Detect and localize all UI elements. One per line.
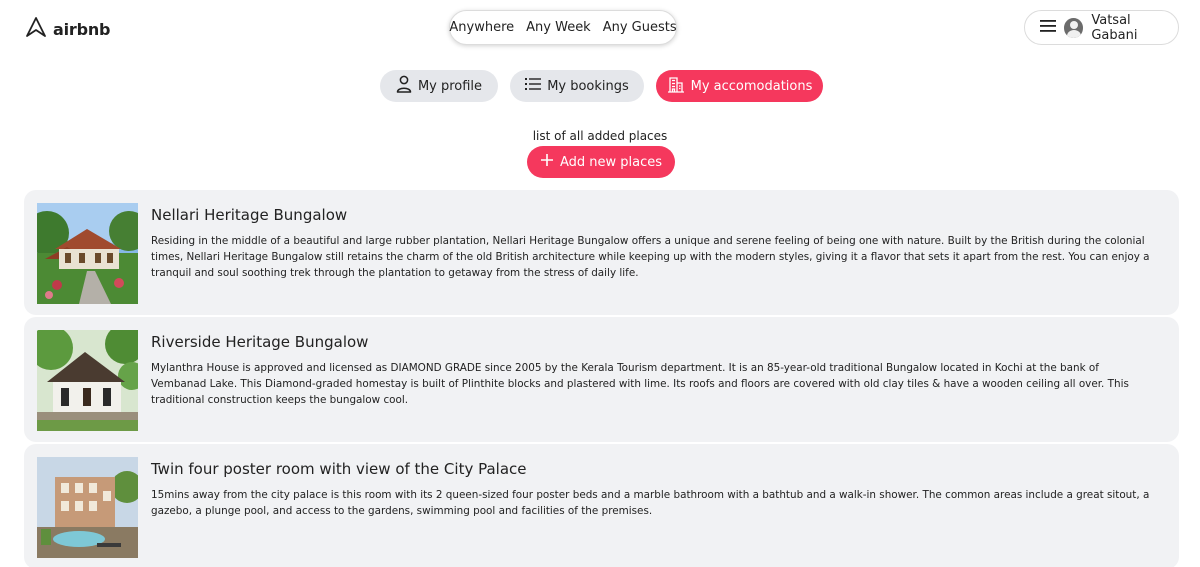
add-new-place-button[interactable]: Add new places — [527, 146, 675, 178]
place-card[interactable]: Nellari Heritage Bungalow Residing in th… — [24, 190, 1179, 315]
add-button-label: Add new places — [559, 154, 663, 170]
tab-label: My accomodations — [690, 78, 813, 94]
plus-icon — [540, 153, 554, 171]
tab-label: My profile — [417, 78, 483, 94]
tab-my-accommodations[interactable]: My accomodations — [656, 70, 823, 102]
logo-text: airbnb — [53, 19, 111, 39]
search-when[interactable]: Any Week — [520, 20, 597, 35]
search-who[interactable]: Any Guests — [597, 20, 683, 35]
tab-label: My bookings — [547, 78, 629, 94]
building-icon — [667, 75, 685, 97]
header: airbnb Anywhere Any Week Any Guests Vats… — [0, 0, 1200, 56]
place-card[interactable]: Twin four poster room with view of the C… — [24, 444, 1179, 567]
search-bar[interactable]: Anywhere Any Week Any Guests — [449, 10, 677, 45]
place-photo — [37, 330, 138, 431]
place-title: Twin four poster room with view of the C… — [151, 460, 527, 478]
user-name: Vatsal Gabani — [1091, 12, 1138, 43]
airbnb-logo-icon — [25, 16, 47, 42]
place-description: 15mins away from the city palace is this… — [151, 489, 1150, 517]
account-nav: My profile My bookings My accomodations — [0, 70, 1200, 102]
place-description: Mylanthra House is approved and licensed… — [151, 362, 1129, 406]
place-description: Residing in the middle of a beautiful an… — [151, 235, 1150, 279]
place-card[interactable]: Riverside Heritage Bungalow Mylanthra Ho… — [24, 317, 1179, 442]
search-where[interactable]: Anywhere — [443, 20, 520, 35]
logo[interactable]: airbnb — [25, 16, 110, 42]
user-icon — [396, 75, 412, 97]
place-photo — [37, 203, 138, 304]
list-icon — [525, 77, 542, 95]
places-list-subtitle: list of all added places — [532, 129, 668, 143]
place-title: Riverside Heritage Bungalow — [151, 333, 369, 351]
avatar — [1064, 17, 1084, 38]
place-title: Nellari Heritage Bungalow — [151, 206, 348, 224]
tab-my-bookings[interactable]: My bookings — [510, 70, 644, 102]
hamburger-menu-icon — [1040, 19, 1056, 37]
place-photo — [37, 457, 138, 558]
tab-my-profile[interactable]: My profile — [380, 70, 498, 102]
user-menu-button[interactable]: Vatsal Gabani — [1024, 10, 1179, 45]
